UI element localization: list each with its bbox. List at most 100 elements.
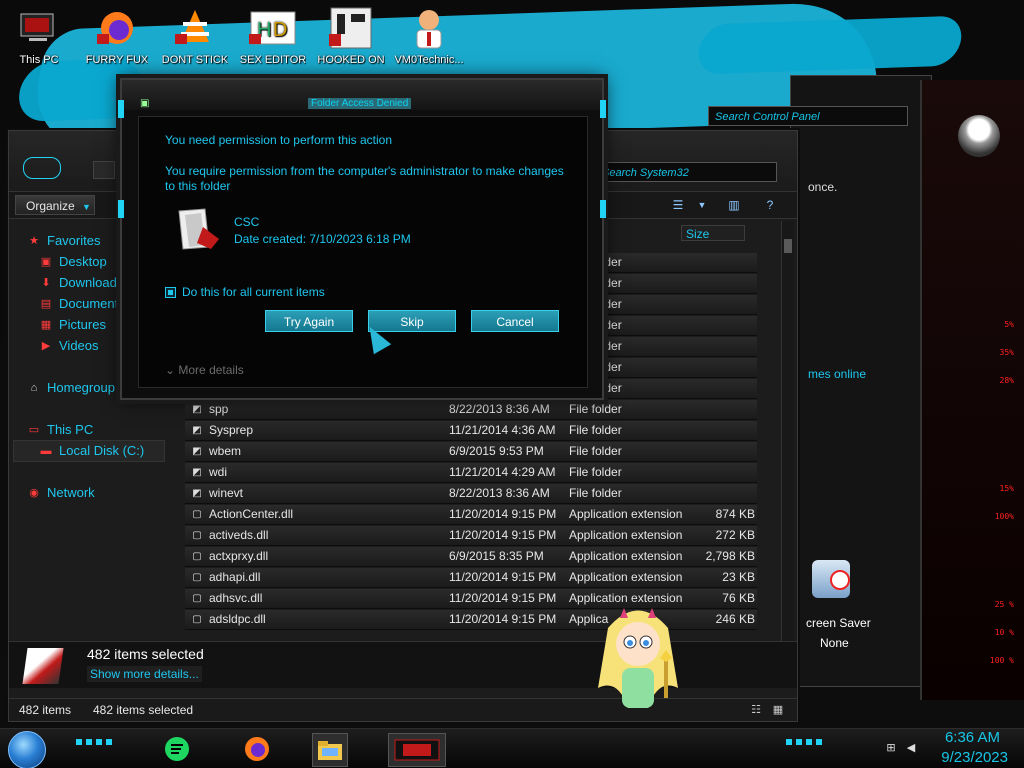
taskbar-gadget-button[interactable] — [388, 733, 446, 767]
dialog-file-date: Date created: 7/10/2023 6:18 PM — [234, 232, 411, 246]
game-icon — [327, 4, 375, 52]
taskbar-decoration — [76, 739, 112, 745]
nav-local-disk[interactable]: ▬ Local Disk (C:) — [39, 441, 145, 461]
chevron-icon: ⌄ — [165, 363, 179, 377]
desktop-icon-sex-editor[interactable]: HD SEX EDITOR — [234, 4, 312, 74]
network-icon[interactable]: ⊞ — [884, 741, 898, 755]
taskbar-decoration — [786, 739, 822, 745]
file-date: 8/22/2013 8:36 AM — [449, 402, 550, 416]
apply-to-all-checkbox[interactable]: Do this for all current items — [165, 285, 325, 299]
file-date: 11/21/2014 4:36 AM — [449, 423, 556, 437]
folder-icon: ◩ — [192, 446, 202, 457]
table-row[interactable]: ◩ Sysprep 11/21/2014 4:36 AM File folder — [185, 421, 757, 441]
table-row[interactable]: ▢ ActionCenter.dll 11/20/2014 9:15 PM Ap… — [185, 505, 757, 525]
folder-icon — [175, 207, 221, 251]
address-bar[interactable] — [93, 161, 115, 179]
gadget-icon — [394, 739, 440, 761]
file-name: wdi — [209, 465, 228, 479]
nav-downloads[interactable]: ⬇ Downloads — [39, 273, 123, 293]
selected-count: 482 items selected — [93, 703, 194, 717]
clock-time[interactable]: 6:36 AM — [945, 729, 1000, 746]
back-forward-buttons[interactable] — [23, 157, 61, 179]
more-details-toggle[interactable]: ⌄ More details — [165, 363, 244, 377]
screen-saver-setting[interactable]: creen Saver None — [806, 560, 886, 650]
nav-desktop[interactable]: ▣ Desktop — [39, 252, 107, 272]
file-name: wbem — [209, 444, 242, 458]
table-row[interactable]: ◩ spp 8/22/2013 8:36 AM File folder — [185, 400, 757, 420]
chevron-down-icon: ▼ — [82, 202, 91, 212]
file-size: 874 KB — [715, 507, 755, 521]
file-list-scrollbar[interactable] — [781, 221, 794, 641]
nav-label: Downloads — [59, 275, 124, 290]
dll-file-icon: ▢ — [192, 530, 202, 541]
taskbar-explorer-button[interactable] — [312, 733, 348, 767]
table-row[interactable]: ◩ wdi 11/21/2014 4:29 AM File folder — [185, 463, 757, 483]
control-panel-link[interactable]: mes online — [808, 367, 866, 381]
table-row[interactable]: ◩ wbem 6/9/2015 9:53 PM File folder — [185, 442, 757, 462]
nav-pictures[interactable]: ▦ Pictures — [39, 315, 106, 335]
column-header-size[interactable]: Size — [681, 225, 745, 241]
file-name: adhapi.dll — [209, 570, 261, 584]
explorer-search-input[interactable]: Search System32 — [597, 162, 777, 182]
desktop-icon-dont-stick[interactable]: DONT STICK — [156, 4, 234, 74]
taskbar-firefox-button[interactable] — [240, 733, 274, 765]
stat-value: 25 % — [994, 599, 1014, 609]
desktop-icon-hooked-on[interactable]: HOOKED ON — [312, 4, 390, 74]
details-view-icon[interactable]: ☷ — [749, 703, 763, 717]
desktop-icon-label: DONT STICK — [161, 54, 229, 66]
screensaver-icon — [812, 560, 850, 598]
file-size: 76 KB — [722, 591, 755, 605]
desktop-icon-furry-fux[interactable]: FURRY FUX — [78, 4, 156, 74]
file-size: 246 KB — [715, 612, 755, 626]
desktop-icon-vm0technician[interactable]: VM0Technic... — [390, 4, 468, 74]
download-icon: ⬇ — [41, 277, 51, 289]
desktop-icon: ▣ — [40, 256, 52, 268]
desktop-icon-this-pc[interactable]: This PC — [0, 4, 78, 74]
volume-icon[interactable]: ◀ — [904, 741, 918, 755]
desktop-icon-label: VM0Technic... — [394, 54, 464, 66]
file-type: File folder — [569, 486, 622, 500]
scrollbar-thumb[interactable] — [784, 239, 792, 253]
table-row[interactable]: ▢ actxprxy.dll 6/9/2015 8:35 PM Applicat… — [185, 547, 757, 567]
chevron-down-icon[interactable]: ▼ — [693, 196, 711, 214]
stat-value: 28% — [999, 375, 1014, 385]
table-row[interactable]: ◩ winevt 8/22/2013 8:36 AM File folder — [185, 484, 757, 504]
cartoon-character-icon — [588, 598, 688, 728]
file-type: Application extension — [569, 570, 683, 584]
nav-videos[interactable]: ▶ Videos — [39, 336, 99, 356]
table-row[interactable]: ▢ adhapi.dll 11/20/2014 9:15 PM Applicat… — [185, 568, 757, 588]
clock-date[interactable]: 9/23/2023 — [941, 749, 1008, 766]
nav-documents[interactable]: ▤ Document — [39, 294, 118, 314]
system-tray: ⊞ ◀ 6:36 AM 9/23/2023 — [854, 729, 1024, 768]
help-icon[interactable]: ? — [761, 196, 779, 214]
preview-pane-icon[interactable]: ▥ — [725, 196, 743, 214]
dialog-titlebar[interactable]: ▣ Folder Access Denied — [122, 80, 602, 110]
document-icon: ▤ — [40, 298, 52, 310]
desktop-icons: This PC FURRY FUX DONT STICK HD SEX EDIT… — [0, 4, 468, 74]
try-again-button[interactable]: Try Again — [265, 310, 353, 332]
view-options-icon[interactable]: ☰ — [669, 196, 687, 214]
picture-icon: ▦ — [40, 319, 52, 331]
file-type: File folder — [569, 465, 622, 479]
start-button[interactable] — [8, 731, 46, 768]
table-row[interactable]: ▢ activeds.dll 11/20/2014 9:15 PM Applic… — [185, 526, 757, 546]
organize-button[interactable]: Organize ▼ — [15, 195, 95, 215]
svg-text:D: D — [273, 19, 287, 41]
nav-favorites[interactable]: ★ Favorites — [27, 231, 100, 251]
technician-icon — [405, 4, 453, 52]
taskbar: ⊞ ◀ 6:36 AM 9/23/2023 — [0, 728, 1024, 768]
checkbox-box[interactable] — [165, 286, 176, 298]
stat-value: 10 % — [994, 627, 1014, 637]
large-icons-view-icon[interactable]: ▦ — [771, 703, 785, 717]
nav-label: This PC — [47, 422, 94, 437]
firefox-icon — [93, 4, 141, 52]
dll-file-icon: ▢ — [192, 551, 202, 562]
taskbar-spotify-button[interactable] — [160, 733, 194, 765]
control-panel-search-input[interactable]: Search Control Panel — [708, 106, 908, 126]
show-more-details-link[interactable]: Show more details... — [87, 666, 202, 682]
dialog-title: Folder Access Denied — [308, 98, 412, 109]
nav-network[interactable]: ◉ Network — [27, 483, 95, 503]
cancel-button[interactable]: Cancel — [471, 310, 559, 332]
nav-homegroup[interactable]: ⌂ Homegroup — [27, 378, 115, 398]
nav-this-pc[interactable]: ▭ This PC — [27, 420, 93, 440]
